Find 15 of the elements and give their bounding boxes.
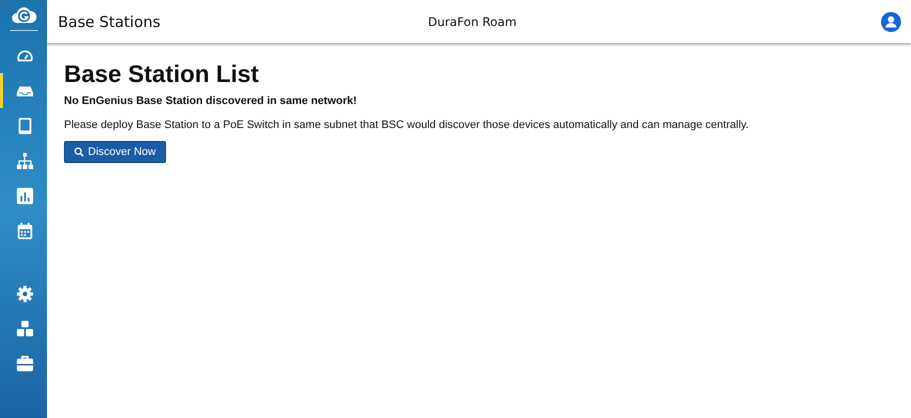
user-icon[interactable] [881, 12, 901, 32]
cubes-icon [16, 320, 34, 338]
gear-icon [16, 284, 34, 302]
calendar-icon [16, 222, 34, 240]
description-text: Please deploy Base Station to a PoE Switch in same subnet that BSC would discover those devices automatically and can manage centrally. [64, 119, 750, 131]
toolbox-icon [16, 354, 34, 372]
notice-text: No EnGenius Base Station discovered in same network! [64, 95, 358, 107]
chart-icon [16, 186, 34, 204]
tablet-icon [16, 116, 34, 134]
search-icon [74, 147, 84, 157]
page-heading: Base Station List [64, 61, 260, 89]
product-name: DuraFon Roam [428, 14, 518, 28]
network-icon [16, 152, 34, 170]
page-title: Base Stations [58, 12, 162, 30]
discover-button[interactable]: Discover Now [64, 141, 166, 163]
